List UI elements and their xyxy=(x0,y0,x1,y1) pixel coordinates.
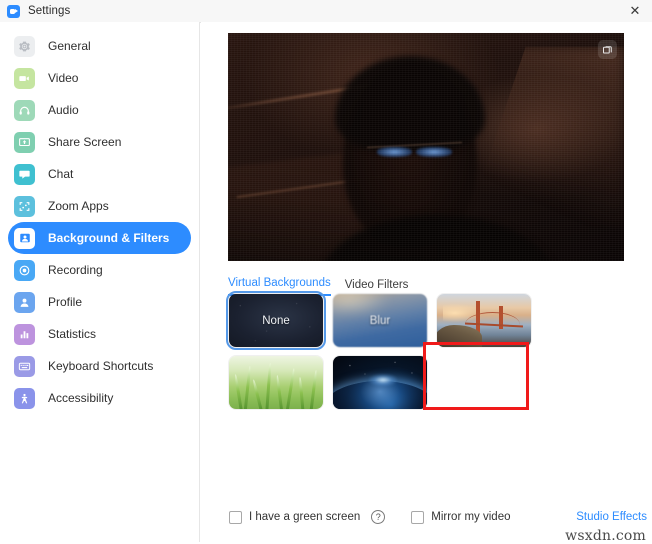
sidebar-item-label: Audio xyxy=(48,103,79,117)
sidebar-item-label: Share Screen xyxy=(48,135,122,149)
headphones-icon xyxy=(14,99,35,121)
green-screen-label: I have a green screen xyxy=(249,511,361,523)
title-bar: Settings ✕ xyxy=(0,0,652,23)
sidebar-item-statistics[interactable]: Statistics xyxy=(8,318,191,350)
gear-icon xyxy=(14,35,35,57)
background-thumb-grass[interactable] xyxy=(229,356,323,409)
settings-window: Settings ✕ General Video Audio Share Scr… xyxy=(0,0,652,544)
studio-effects-link[interactable]: Studio Effects xyxy=(576,511,647,523)
profile-person-icon xyxy=(14,291,35,313)
preview-scene xyxy=(228,33,624,261)
close-icon[interactable]: ✕ xyxy=(618,0,652,21)
earth-limb xyxy=(333,381,427,409)
video-camera-icon xyxy=(14,67,35,89)
sidebar-item-audio[interactable]: Audio xyxy=(8,94,191,126)
sidebar-item-share-screen[interactable]: Share Screen xyxy=(8,126,191,158)
sidebar: General Video Audio Share Screen Chat Zo… xyxy=(0,22,200,542)
sidebar-item-keyboard-shortcuts[interactable]: Keyboard Shortcuts xyxy=(8,350,191,382)
grass-blade xyxy=(264,363,272,409)
background-thumb-label: None xyxy=(262,314,290,327)
title-bar-left: Settings xyxy=(0,4,71,18)
sidebar-item-label: Video xyxy=(48,71,79,85)
grass-blade xyxy=(243,365,252,409)
sidebar-item-label: Zoom Apps xyxy=(48,199,109,213)
sidebar-item-recording[interactable]: Recording xyxy=(8,254,191,286)
bridge-cliff xyxy=(437,324,483,347)
grass-blade xyxy=(233,374,243,409)
background-thumbnail-grid: None Blur xyxy=(226,291,629,409)
grass-blade xyxy=(275,375,284,409)
sidebar-item-label: Keyboard Shortcuts xyxy=(48,359,154,373)
green-screen-checkbox[interactable] xyxy=(229,510,242,524)
sidebar-item-label: General xyxy=(48,39,91,53)
background-filters-icon xyxy=(14,227,35,249)
background-thumb-golden-gate-bridge[interactable] xyxy=(437,294,531,347)
sidebar-item-chat[interactable]: Chat xyxy=(8,158,191,190)
mirror-video-label: Mirror my video xyxy=(431,511,511,523)
video-preview xyxy=(228,33,624,261)
mirror-video-checkbox[interactable] xyxy=(411,510,425,524)
background-thumb-label: Blur xyxy=(369,314,391,327)
sidebar-item-background-filters[interactable]: Background & Filters xyxy=(8,222,191,254)
earth-sun-flare xyxy=(368,374,397,386)
sidebar-item-label: Recording xyxy=(48,263,103,277)
bridge-tower xyxy=(476,301,481,334)
grass-blade xyxy=(252,379,264,409)
grass-blade xyxy=(309,369,318,409)
help-icon[interactable]: ? xyxy=(371,510,386,524)
zoom-apps-icon xyxy=(14,195,35,217)
bottom-options-row: I have a green screen ? Mirror my video xyxy=(229,510,629,524)
pop-out-window-icon[interactable] xyxy=(598,40,617,59)
sidebar-item-label: Profile xyxy=(48,295,83,309)
sidebar-item-accessibility[interactable]: Accessibility xyxy=(8,382,191,414)
sidebar-item-label: Chat xyxy=(48,167,74,181)
recording-icon xyxy=(14,259,35,281)
grass-blade xyxy=(298,377,305,409)
sidebar-item-label: Accessibility xyxy=(48,391,114,405)
chat-bubble-icon xyxy=(14,163,35,185)
preview-noise xyxy=(228,33,624,261)
share-screen-icon xyxy=(14,131,35,153)
sidebar-item-general[interactable]: General xyxy=(8,30,191,62)
grass-blade xyxy=(285,367,296,409)
sidebar-item-profile[interactable]: Profile xyxy=(8,286,191,318)
statistics-bars-icon xyxy=(14,323,35,345)
green-screen-option[interactable]: I have a green screen ? xyxy=(229,510,386,524)
window-title: Settings xyxy=(28,5,71,17)
background-thumb-earth-from-space[interactable] xyxy=(333,356,427,409)
keyboard-icon xyxy=(14,355,35,377)
sidebar-item-video[interactable]: Video xyxy=(8,62,191,94)
accessibility-icon xyxy=(14,387,35,409)
background-thumb-blur[interactable]: Blur xyxy=(333,294,427,347)
zoom-logo-icon xyxy=(7,4,20,18)
main-panel: Virtual Backgrounds Video Filters None B… xyxy=(201,22,652,544)
mirror-video-option[interactable]: Mirror my video xyxy=(411,510,511,524)
sidebar-item-label: Background & Filters xyxy=(48,231,170,245)
sidebar-item-zoom-apps[interactable]: Zoom Apps xyxy=(8,190,191,222)
background-thumb-none[interactable]: None xyxy=(226,291,326,350)
sidebar-item-label: Statistics xyxy=(48,327,97,341)
